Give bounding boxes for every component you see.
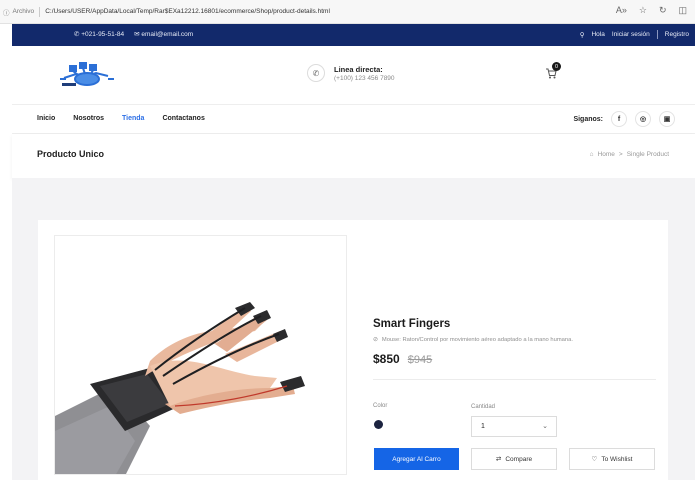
breadcrumb-separator: > [618, 151, 623, 158]
product-image[interactable] [54, 235, 347, 475]
favorite-star-icon[interactable]: ☆ [639, 5, 647, 16]
quantity-value: 1 [481, 423, 485, 430]
old-price: $945 [407, 354, 433, 366]
breadcrumb: ⌂ Home > Single Product [590, 151, 669, 158]
user-icon: ⚲ [579, 31, 585, 39]
twitter-icon[interactable]: ▣ [659, 111, 675, 127]
chevron-down-icon: ⌄ [542, 423, 548, 430]
address-divider [39, 6, 41, 17]
add-to-cart-label: Agregar Al Carro [392, 455, 441, 463]
current-price: $850 [373, 352, 400, 366]
nav-item-nosotros[interactable]: Nosotros [73, 115, 104, 122]
social-links: Siganos: f ◎ ▣ [573, 111, 675, 127]
product-details: Smart Fingers ⊘ Mouse: Raton/Control por… [373, 318, 657, 380]
hotline: ✆ Linea directa: (+100) 123 456 7890 [307, 64, 395, 82]
contact-info: ✆ +021-95-51-84 ✉ email@email.com [74, 30, 193, 38]
breadcrumb-bar: Producto Unico ⌂ Home > Single Product [12, 134, 695, 178]
facebook-icon[interactable]: f [611, 111, 627, 127]
account-links: ⚲ Hola Iniciar sesión Registro [580, 30, 689, 39]
nav-item-inicio[interactable]: Inicio [37, 115, 55, 122]
color-label: Color [373, 403, 388, 409]
phone-link[interactable]: ✆ +021-95-51-84 [74, 30, 124, 38]
cart-count-badge: 0 [552, 62, 561, 71]
product-name: Smart Fingers [373, 318, 451, 330]
phone-icon: ✆ [307, 64, 325, 82]
nav-item-tienda[interactable]: Tienda [122, 115, 144, 122]
site-info[interactable]: ⓘ Archivo [0, 7, 34, 17]
split-screen-icon[interactable]: ◫ [678, 5, 687, 16]
nav-links: Inicio Nosotros Tienda Contactanos [37, 115, 205, 122]
login-link[interactable]: Iniciar sesión [612, 31, 650, 38]
product-prices: $850 $945 [373, 352, 657, 366]
hotline-number[interactable]: (+100) 123 456 7890 [334, 75, 395, 82]
info-icon: ⓘ [3, 9, 10, 17]
mouse-icon: ⊘ [373, 337, 378, 343]
cart-button[interactable]: 0 [544, 62, 561, 85]
email-text: email@email.com [141, 31, 194, 38]
details-divider [373, 379, 656, 380]
refresh-icon[interactable]: ↻ [659, 5, 667, 16]
site-header: ✆ Linea directa: (+100) 123 456 7890 0 [12, 46, 695, 104]
address-url[interactable]: C:/Users/USER/AppData/Local/Temp/Rar$EXa… [45, 8, 330, 15]
email-link[interactable]: ✉ email@email.com [134, 30, 193, 38]
product-description: ⊘ Mouse: Raton/Control por movimiento aé… [373, 337, 657, 343]
breadcrumb-home-link[interactable]: Home [598, 151, 615, 158]
quantity-label: Cantidad [471, 404, 496, 410]
color-swatch[interactable] [374, 420, 383, 429]
browser-address-bar: ⓘ Archivo C:/Users/USER/AppData/Local/Te… [0, 0, 695, 24]
page-title: Producto Unico [37, 149, 104, 159]
site-info-label: Archivo [12, 8, 35, 15]
home-icon: ⌂ [589, 151, 594, 158]
greeting-text: Hola [591, 31, 605, 38]
register-link[interactable]: Registro [665, 31, 689, 38]
heart-icon: ♡ [591, 456, 598, 463]
read-aloud-icon[interactable]: A» [616, 5, 627, 16]
main-nav: Inicio Nosotros Tienda Contactanos Sigan… [12, 104, 695, 134]
compare-label: Compare [505, 455, 533, 463]
phone-text: +021-95-51-84 [81, 31, 125, 38]
compare-icon: ⇄ [495, 456, 502, 463]
product-card: Smart Fingers ⊘ Mouse: Raton/Control por… [38, 220, 668, 480]
quantity-select[interactable]: 1 ⌄ [471, 416, 557, 437]
product-description-text: Mouse: Raton/Control por movimiento aére… [381, 337, 573, 343]
browser-tools: A» ☆ ↻ ◫ [616, 5, 687, 16]
instagram-icon[interactable]: ◎ [635, 111, 651, 127]
account-divider [656, 30, 658, 39]
follow-label: Siganos: [573, 115, 603, 123]
wishlist-button[interactable]: ♡ To Wishlist [569, 448, 655, 470]
top-info-bar: ✆ +021-95-51-84 ✉ email@email.com ⚲ Hola… [12, 24, 695, 46]
nav-item-contactanos[interactable]: Contactanos [162, 115, 204, 122]
product-section: Smart Fingers ⊘ Mouse: Raton/Control por… [12, 178, 695, 480]
breadcrumb-current: Single Product [626, 151, 669, 158]
wishlist-label: To Wishlist [601, 455, 633, 463]
hotline-title: Linea directa: [334, 64, 383, 74]
compare-button[interactable]: ⇄ Compare [471, 448, 557, 470]
site-logo[interactable] [56, 60, 118, 90]
add-to-cart-button[interactable]: Agregar Al Carro [374, 448, 459, 470]
